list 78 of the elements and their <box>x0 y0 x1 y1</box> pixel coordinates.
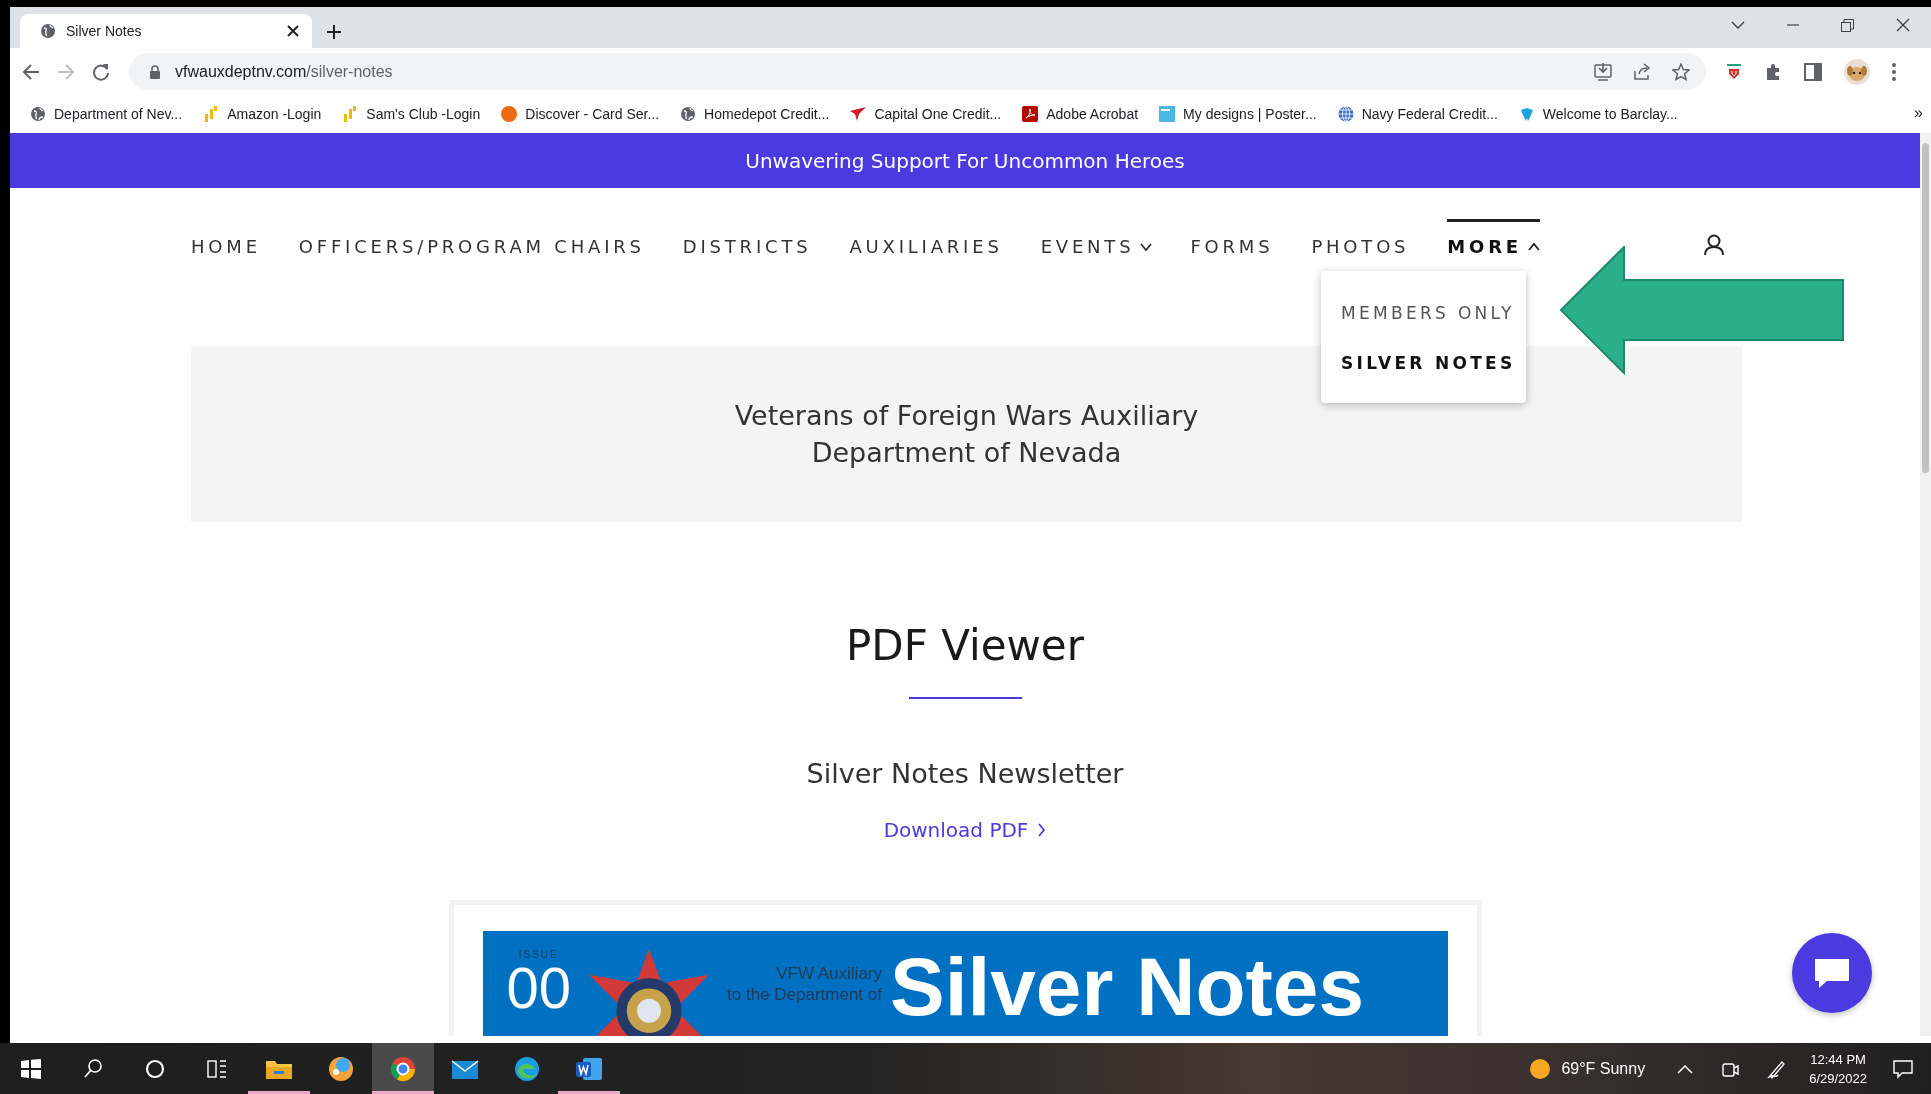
menu-icon[interactable] <box>1892 62 1896 81</box>
user-icon[interactable] <box>1704 234 1724 256</box>
star-icon[interactable] <box>1672 62 1690 81</box>
browser-icon <box>389 1054 417 1083</box>
nav-link[interactable]: FORMS <box>1190 219 1274 271</box>
poster-icon <box>1159 106 1176 122</box>
weather-text[interactable]: 69°F Sunny <box>1561 1059 1646 1078</box>
globe-icon <box>30 106 46 122</box>
issue-number: 00 <box>506 960 571 1016</box>
side-panel-icon[interactable] <box>1804 62 1822 81</box>
chevron-up-icon[interactable] <box>1677 1063 1694 1074</box>
bookmark-link[interactable]: Adobe Acrobat <box>1046 106 1139 122</box>
menu-item[interactable]: SILVER NOTES <box>1341 353 1526 373</box>
bookmarks-overflow-button[interactable]: » <box>1914 104 1923 122</box>
bars-icon <box>342 106 359 122</box>
notification-icon[interactable] <box>1893 1058 1913 1079</box>
globe-icon <box>1337 106 1354 122</box>
section-heading: PDF Viewer <box>846 620 1084 672</box>
nav-link[interactable]: DISTRICTS <box>682 219 812 271</box>
palette-icon <box>327 1054 355 1083</box>
taskbar-app-button[interactable] <box>372 1043 434 1094</box>
restore-icon[interactable] <box>1841 18 1854 32</box>
nav-link[interactable]: EVENTS <box>1040 219 1153 271</box>
globe-icon <box>40 23 56 39</box>
nav-link[interactable]: HOME <box>191 219 261 271</box>
org-name: to the Department of <box>727 984 882 1005</box>
nav-link[interactable]: AUXILIARIES <box>849 219 1003 271</box>
bars-icon <box>203 106 220 122</box>
swoosh-icon <box>850 106 867 122</box>
section-subheading: Silver Notes Newsletter <box>806 757 1124 791</box>
chat-icon <box>1813 956 1851 990</box>
search-icon[interactable] <box>84 1059 102 1078</box>
nav-link[interactable]: PHOTOS <box>1311 219 1410 271</box>
circle-icon[interactable] <box>145 1058 165 1079</box>
edge-icon <box>513 1054 541 1083</box>
lock-icon <box>149 64 161 79</box>
nav-link[interactable]: OFFICERS/PROGRAM CHAIRS <box>298 219 645 271</box>
sun-icon[interactable] <box>1529 1057 1552 1080</box>
reload-icon[interactable] <box>92 62 110 81</box>
avatar-icon[interactable] <box>1844 58 1870 85</box>
chevron-right-icon <box>1038 823 1047 837</box>
install-icon[interactable] <box>1594 62 1612 81</box>
bookmark-link[interactable]: Navy Federal Credit... <box>1361 106 1498 122</box>
header-title: Department of Nevada <box>811 436 1122 470</box>
scrollbar-thumb[interactable] <box>1922 143 1929 473</box>
org-name: VFW Auxiliary <box>776 963 882 984</box>
start-icon[interactable] <box>21 1058 41 1079</box>
banner-text: Unwavering Support For Uncommon Heroes <box>745 148 1185 173</box>
globe-icon <box>680 106 697 122</box>
newsletter-title: Silver Notes <box>890 949 1364 1025</box>
task-view-icon[interactable] <box>207 1059 227 1078</box>
download-link[interactable]: Download PDF <box>883 818 1047 842</box>
bookmark-link[interactable]: Welcome to Barclay... <box>1542 106 1678 122</box>
bookmark-link[interactable]: My designs | Poster... <box>1183 106 1317 122</box>
shield-icon[interactable] <box>1726 63 1742 80</box>
bookmark-link[interactable]: Homedepot Credit... <box>704 106 830 122</box>
puzzle-icon[interactable] <box>1764 62 1782 81</box>
bookmark-link[interactable]: Capital One Credit... <box>874 106 1002 122</box>
bookmark-link[interactable]: Department of Nev... <box>54 106 183 122</box>
bookmark-link[interactable]: Sam's Club -Login <box>366 106 481 122</box>
circle-icon <box>501 106 518 122</box>
chat-button[interactable] <box>1792 933 1872 1013</box>
pdf-icon <box>1022 106 1039 122</box>
close-icon[interactable] <box>1896 18 1910 32</box>
header-title: Veterans of Foreign Wars Auxiliary <box>734 399 1199 433</box>
close-icon[interactable] <box>286 24 300 38</box>
browser-tab[interactable]: Silver Notes <box>20 14 312 48</box>
bookmark-link[interactable]: Discover - Card Ser... <box>525 106 660 122</box>
chevron-down-icon[interactable] <box>1731 21 1745 29</box>
bookmark-link[interactable]: Amazon -Login <box>227 106 322 122</box>
back-icon[interactable] <box>22 62 40 81</box>
address-bar[interactable]: vfwauxdeptnv.com/silver-notes <box>129 53 1706 90</box>
menu-item[interactable]: MEMBERS ONLY <box>1341 303 1526 323</box>
share-icon[interactable] <box>1633 62 1651 81</box>
clock-time[interactable]: 12:44 PM <box>1810 1049 1866 1069</box>
clock-date[interactable]: 6/29/2022 <box>1809 1068 1867 1088</box>
new-tab-icon[interactable] <box>326 24 342 40</box>
issue-label: ISSUE <box>518 949 559 960</box>
